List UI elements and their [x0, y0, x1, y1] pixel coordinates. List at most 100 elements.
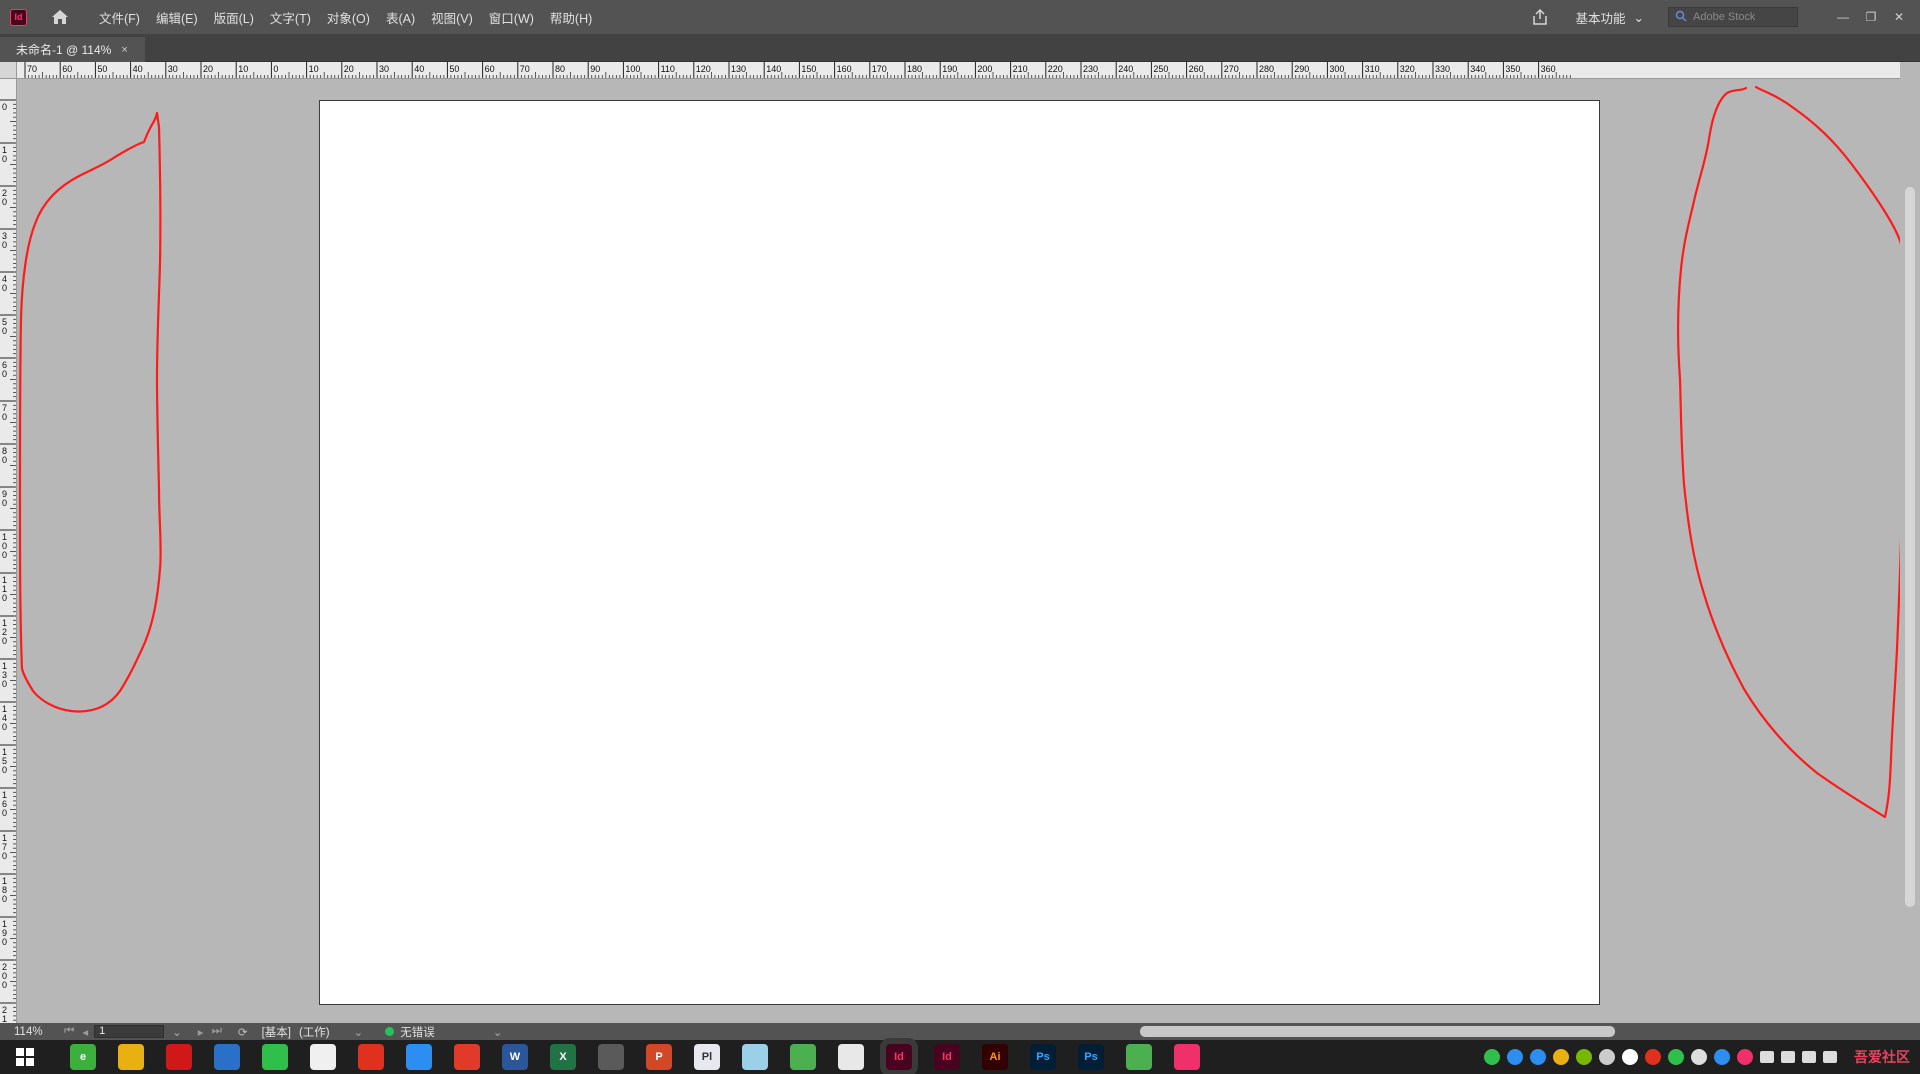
pink-tray-icon[interactable]: [1737, 1049, 1753, 1065]
ruler-label: 310: [1365, 64, 1380, 74]
flash-icon[interactable]: [454, 1044, 480, 1070]
ruler-label-digit: 0: [2, 102, 7, 112]
chrome-icon[interactable]: [118, 1044, 144, 1070]
ruler-label: 120: [696, 64, 711, 74]
workspace-switcher[interactable]: 基本功能 ⌄: [1576, 8, 1645, 27]
share-icon[interactable]: [1530, 7, 1550, 27]
photoshop-icon[interactable]: Ps: [1030, 1044, 1056, 1070]
ime-tray-icon[interactable]: [1823, 1051, 1837, 1063]
photoshop-2-icon[interactable]: Ps: [1078, 1044, 1104, 1070]
ruler-label: 90: [590, 64, 600, 74]
restore-icon[interactable]: ❐: [1864, 10, 1878, 24]
tab-close-icon[interactable]: ×: [121, 44, 127, 56]
menu-item-2[interactable]: 版面(L): [206, 8, 262, 27]
workspace-label: 基本功能: [1575, 11, 1626, 26]
document-tab-strip: 未命名-1 @ 114% ×: [0, 34, 1920, 62]
security-icon[interactable]: [166, 1044, 192, 1070]
refresh-icon[interactable]: ⟳: [238, 1025, 248, 1039]
ruler-label-digit: 0: [2, 326, 7, 336]
chevron-down-icon[interactable]: ⌄: [493, 1025, 503, 1039]
preflight-label[interactable]: 无错误: [400, 1024, 435, 1040]
pink-app-icon[interactable]: [1174, 1044, 1200, 1070]
bluetooth-tray-icon[interactable]: [1714, 1049, 1730, 1065]
style-label[interactable]: [基本]: [262, 1024, 291, 1040]
ruler-label: 180: [907, 64, 922, 74]
wechat-icon[interactable]: [262, 1044, 288, 1070]
document-page[interactable]: [319, 100, 1600, 1005]
qq-icon[interactable]: [310, 1044, 336, 1070]
notepad-icon[interactable]: [790, 1044, 816, 1070]
menu-item-6[interactable]: 视图(V): [423, 8, 481, 27]
pen-tray-icon[interactable]: [1622, 1049, 1638, 1065]
system-tray: 吾爱社区: [1484, 1040, 1920, 1074]
menu-item-0[interactable]: 文件(F): [91, 8, 148, 27]
chevron-down-icon[interactable]: ⌄: [354, 1025, 364, 1039]
menu-item-8[interactable]: 帮助(H): [542, 8, 600, 27]
indesign-icon[interactable]: Id: [934, 1044, 960, 1070]
display-tray-icon[interactable]: [1760, 1051, 1774, 1063]
next-page-icon[interactable]: ▸: [198, 1025, 204, 1039]
calculator-icon[interactable]: [598, 1044, 624, 1070]
notepad-2-icon[interactable]: [1126, 1044, 1152, 1070]
wifi-tray-icon[interactable]: [1802, 1051, 1816, 1063]
powerpoint-icon[interactable]: P: [646, 1044, 672, 1070]
ruler-origin[interactable]: [0, 62, 17, 79]
feishu-icon[interactable]: [406, 1044, 432, 1070]
weibo-icon[interactable]: [358, 1044, 384, 1070]
horizontal-ruler[interactable]: 70 60 50 40 30 20 10 0 10 20 30 40 50 60 70 80 90 100 110 1…: [17, 62, 1900, 79]
mode-label[interactable]: (工作): [299, 1024, 330, 1040]
link-tray-icon[interactable]: [1691, 1049, 1707, 1065]
qq-tray-icon[interactable]: [1507, 1049, 1523, 1065]
document-tab[interactable]: 未命名-1 @ 114% ×: [0, 37, 145, 62]
word-icon[interactable]: W: [502, 1044, 528, 1070]
zoom-level[interactable]: 114%: [0, 1026, 60, 1038]
menu-item-4[interactable]: 对象(O): [319, 8, 378, 27]
menu-item-5[interactable]: 表(A): [378, 8, 423, 27]
pl-icon[interactable]: Pl: [694, 1044, 720, 1070]
first-page-icon[interactable]: ⏮: [64, 1025, 74, 1038]
preflight-status-icon: [385, 1027, 395, 1036]
file-icon[interactable]: [742, 1044, 768, 1070]
close-icon[interactable]: ✕: [1892, 10, 1906, 24]
ruler-label: 50: [97, 64, 107, 74]
360-browser-icon[interactable]: e: [70, 1044, 96, 1070]
vertical-scrollbar[interactable]: [1900, 62, 1920, 1023]
pasteboard[interactable]: [17, 79, 1900, 1023]
volume-tray-icon[interactable]: [1781, 1051, 1795, 1063]
adobe-stock-search[interactable]: Adobe Stock: [1668, 7, 1798, 27]
minimize-icon[interactable]: —: [1836, 10, 1850, 24]
chevron-down-icon[interactable]: ⌄: [172, 1025, 182, 1039]
page-number-field[interactable]: 1: [94, 1025, 165, 1038]
nvidia-tray-icon[interactable]: [1576, 1049, 1592, 1065]
ruler-label: 270: [1224, 64, 1239, 74]
green-tray-icon[interactable]: [1668, 1049, 1684, 1065]
menu-item-1[interactable]: 编辑(E): [148, 8, 206, 27]
ruler-label-digit: 0: [2, 283, 7, 293]
horizontal-scrollbar-thumb[interactable]: [1140, 1026, 1615, 1037]
home-icon[interactable]: [49, 6, 71, 28]
ruler-label: 10: [309, 64, 319, 74]
ruler-label: 230: [1083, 64, 1098, 74]
illustrator-icon[interactable]: Ai: [982, 1044, 1008, 1070]
ruler-label-digit: 0: [2, 593, 7, 603]
windows-start-icon[interactable]: [12, 1044, 38, 1070]
vertical-scrollbar-thumb[interactable]: [1905, 187, 1915, 907]
weibo-tray-icon[interactable]: [1645, 1049, 1661, 1065]
ruler-label: 210: [1013, 64, 1028, 74]
excel-icon[interactable]: X: [550, 1044, 576, 1070]
indesign-active-icon[interactable]: Id: [886, 1044, 912, 1070]
acrobat-icon[interactable]: [838, 1044, 864, 1070]
vertical-ruler[interactable]: 0102030405060708090100110120130140150160…: [0, 79, 17, 1023]
menu-item-3[interactable]: 文字(T): [262, 8, 319, 27]
prev-page-icon[interactable]: ◂: [82, 1025, 88, 1039]
feishu-tray-icon[interactable]: [1530, 1049, 1546, 1065]
chrome-tray-icon[interactable]: [1553, 1049, 1569, 1065]
search-placeholder: Adobe Stock: [1693, 11, 1756, 23]
network-icon[interactable]: [214, 1044, 240, 1070]
wechat-tray-icon[interactable]: [1484, 1049, 1500, 1065]
ruler-label: 140: [766, 64, 781, 74]
usb-tray-icon[interactable]: [1599, 1049, 1615, 1065]
menu-right: 基本功能 ⌄ Adobe Stock — ❐ ✕: [1530, 0, 1920, 34]
last-page-icon[interactable]: ⏭: [212, 1025, 222, 1038]
menu-item-7[interactable]: 窗口(W): [481, 8, 542, 27]
